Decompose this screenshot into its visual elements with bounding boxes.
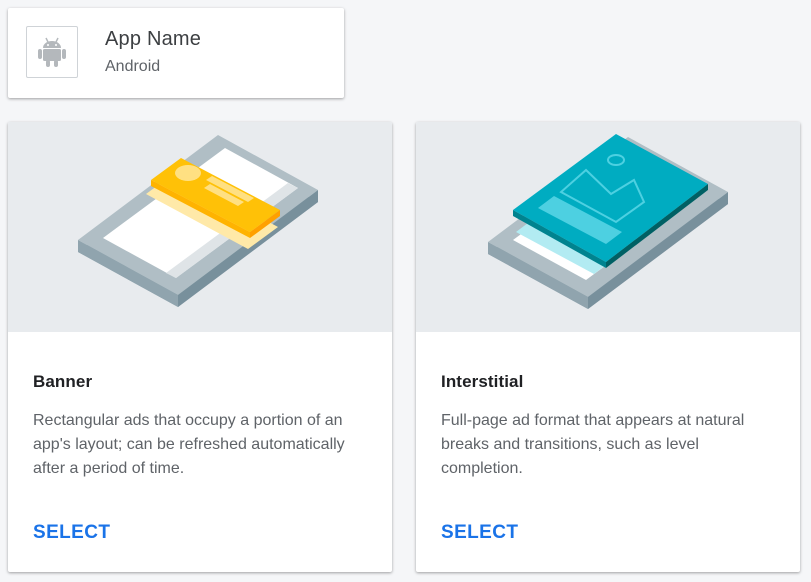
interstitial-illustration [488, 134, 728, 309]
banner-description: Rectangular ads that occupy a portion of… [33, 412, 345, 477]
interstitial-hero [416, 122, 800, 332]
banner-select-button[interactable]: SELECT [33, 522, 110, 544]
android-icon [38, 37, 66, 67]
app-card: App Name Android [8, 8, 344, 98]
interstitial-format-card[interactable]: Interstitial Full-page ad format that ap… [416, 122, 800, 572]
banner-hero [8, 122, 392, 332]
interstitial-select-button[interactable]: SELECT [441, 522, 518, 544]
app-icon-frame [26, 26, 78, 78]
interstitial-description: Full-page ad format that appears at natu… [441, 412, 745, 477]
banner-illustration [78, 135, 318, 307]
banner-format-card[interactable]: Banner Rectangular ads that occupy a por… [8, 122, 392, 572]
banner-title: Banner [33, 372, 93, 391]
app-name: App Name [105, 28, 202, 50]
interstitial-title: Interstitial [441, 372, 524, 391]
app-platform: Android [105, 58, 161, 75]
